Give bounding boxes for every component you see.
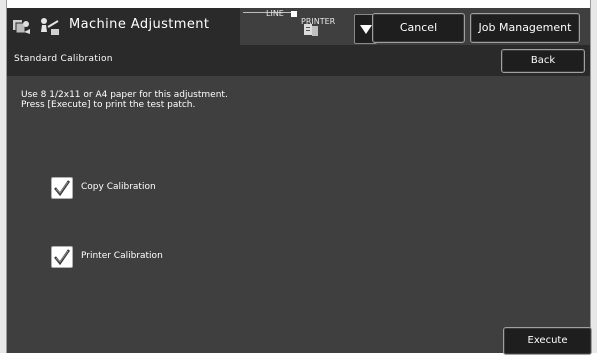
left-edge-panel [0, 0, 7, 353]
back-button[interactable]: Back [501, 49, 585, 73]
printer-status-square [291, 11, 297, 17]
machine-adjustment-icon [12, 17, 32, 37]
instructions-text: Use 8 1/2x11 or A4 paper for this adjust… [21, 90, 228, 110]
copy-calibration-checkbox[interactable] [51, 177, 73, 199]
line-indicator-label: LINE [266, 9, 284, 18]
page-title: Machine Adjustment [69, 17, 210, 32]
printer-calibration-checkbox[interactable] [51, 246, 73, 268]
instruction-line-2: Press [Execute] to print the test patch. [21, 100, 196, 110]
checkmark-icon [54, 249, 71, 266]
copy-calibration-label: Copy Calibration [81, 182, 156, 192]
dropdown-arrow-icon [360, 25, 372, 34]
section-title: Standard Calibration [14, 54, 113, 64]
instruction-line-1: Use 8 1/2x11 or A4 paper for this adjust… [21, 90, 228, 100]
screen: Machine Adjustment LINE PRINTER Cancel J… [0, 0, 597, 355]
subheader-bar: Standard Calibration Back [7, 45, 590, 76]
calibration-icon [39, 17, 61, 37]
checkmark-icon [54, 180, 71, 197]
cancel-button[interactable]: Cancel [372, 13, 465, 43]
job-management-button[interactable]: Job Management [470, 13, 580, 43]
right-edge-panel [590, 0, 597, 353]
printer-calibration-label: Printer Calibration [81, 251, 163, 261]
header-title-area: Machine Adjustment [7, 8, 240, 45]
header-bar: Machine Adjustment LINE PRINTER Cancel J… [7, 8, 590, 45]
printer-icon [303, 21, 319, 37]
content-area: Use 8 1/2x11 or A4 paper for this adjust… [7, 76, 592, 355]
execute-button[interactable]: Execute [503, 327, 592, 355]
